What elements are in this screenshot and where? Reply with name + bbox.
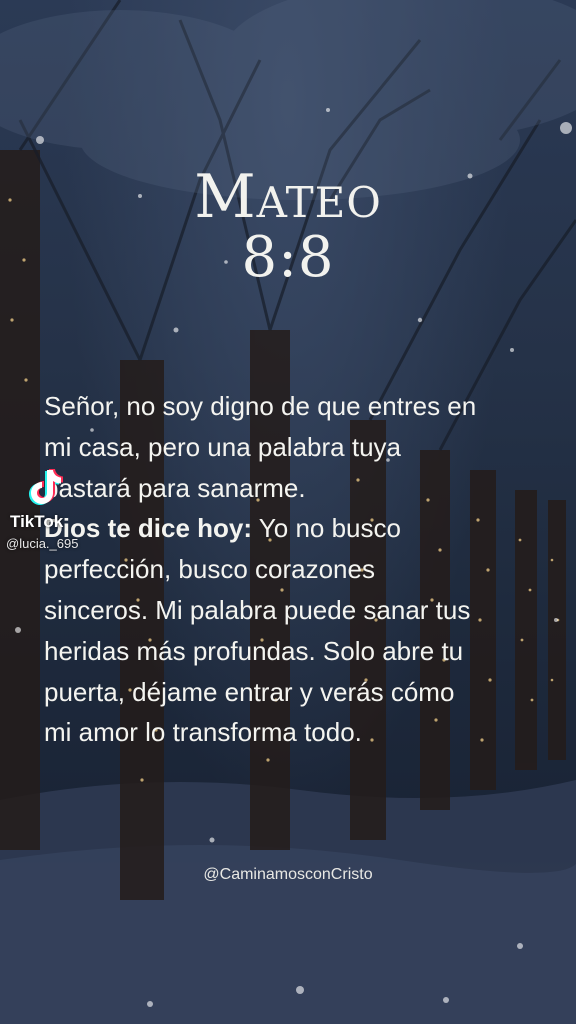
verse-reference: 8:8	[241, 225, 335, 290]
tiktok-watermark: TikTok @lucia._695	[6, 466, 96, 556]
story-canvas: Mateo 8:8 Señor, no soy digno de que ent…	[0, 0, 576, 1024]
book-title: Mateo	[194, 162, 382, 232]
message-text: Yo no busco perfección, busco corazones …	[44, 513, 471, 748]
daily-message: Dios te dice hoy: Yo no busco perfección…	[44, 508, 484, 753]
tiktok-note-icon	[29, 469, 63, 505]
creator-handle: @CaminamosconCristo	[203, 866, 373, 883]
scripture-quote: Señor, no soy digno de que entres en mi …	[44, 391, 477, 503]
tiktok-app-name: TikTok	[10, 512, 64, 531]
tiktok-username: @lucia._695	[6, 536, 79, 551]
devotional-text: Señor, no soy digno de que entres en mi …	[44, 386, 484, 753]
